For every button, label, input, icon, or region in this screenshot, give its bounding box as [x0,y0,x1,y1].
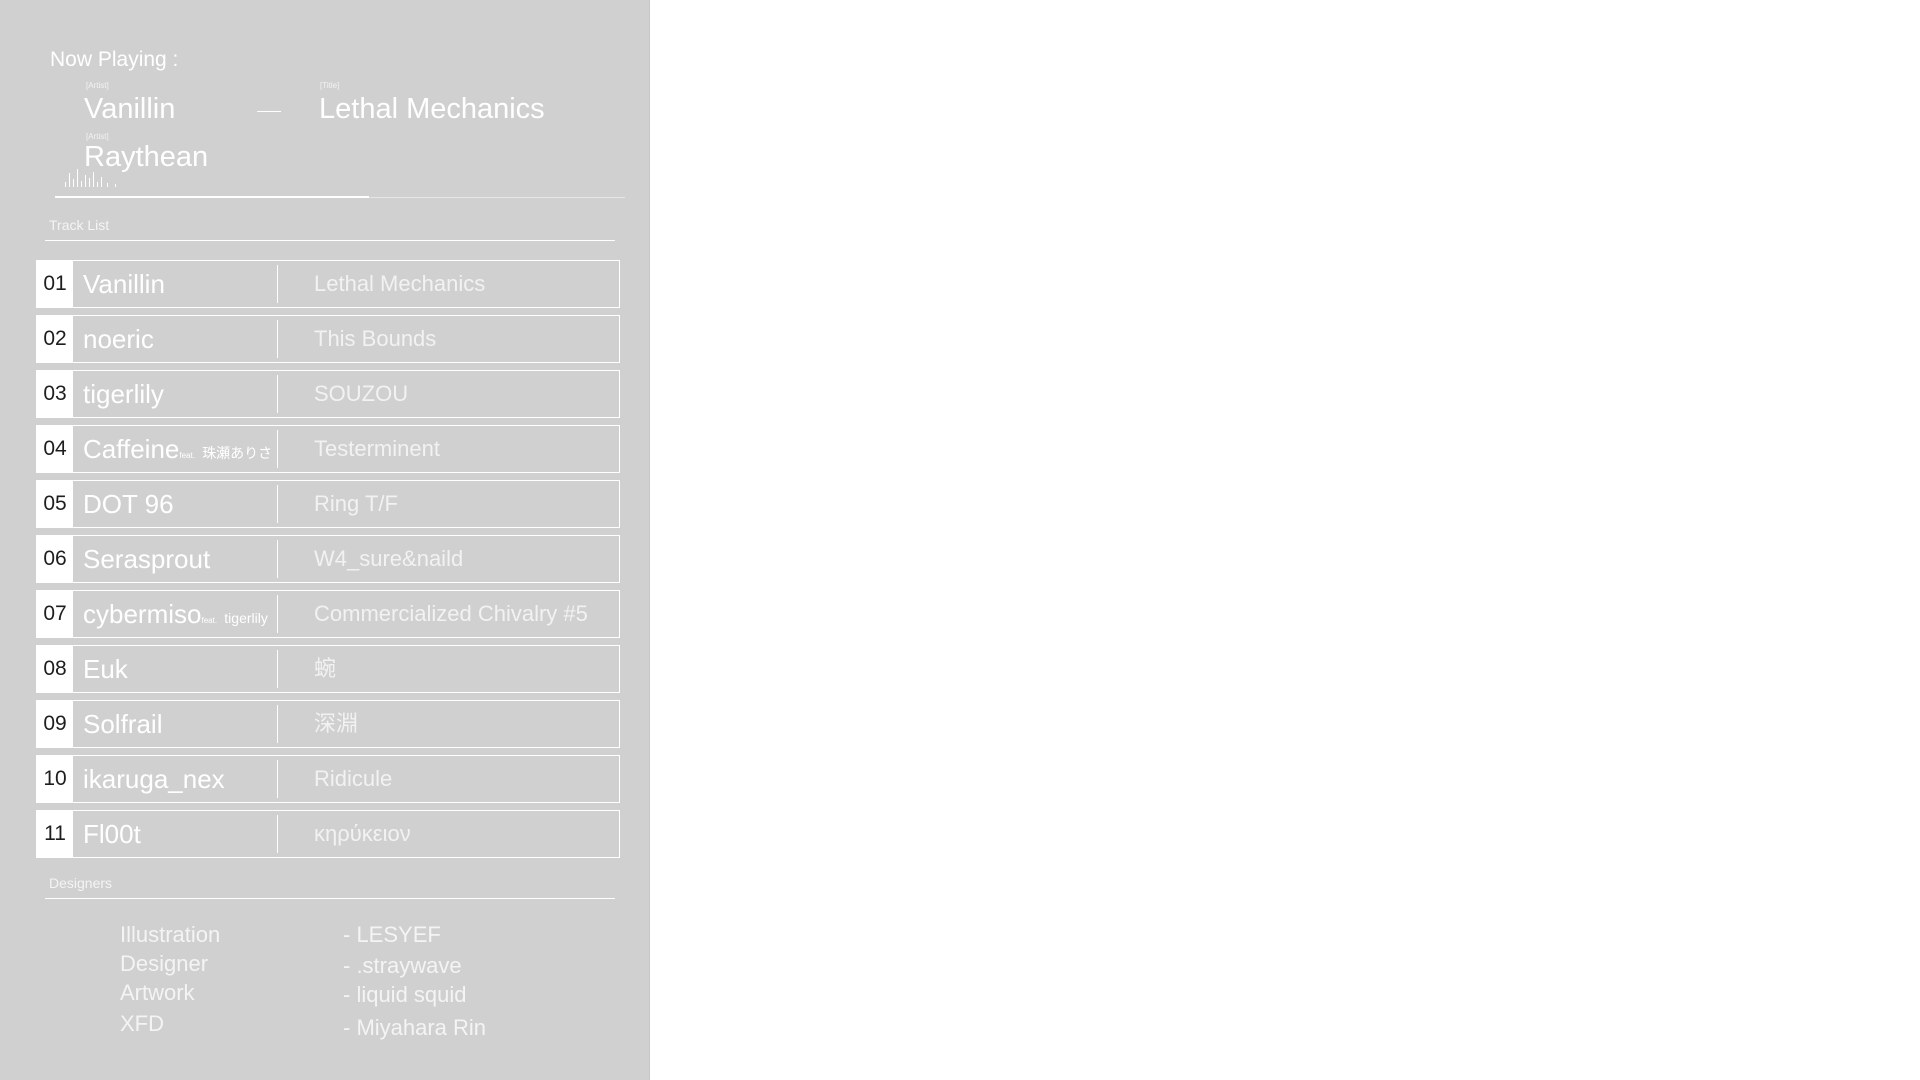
track-artist: Caffeine [83,434,180,464]
track-artist: Solfrail [83,709,163,739]
credit-role: Designer [120,951,209,976]
left-panel: Now Playing : [Artist] Vanillin [Title] … [0,0,650,1080]
track-artist: ikaruga_nex [83,764,225,794]
track-row-03[interactable]: 03 tigerlily SOUZOU [36,370,620,418]
featured-artist: tigerlily [224,610,268,626]
track-artist: tigerlily [83,379,164,409]
track-artist: noeric [83,324,154,354]
track-row-10[interactable]: 10 ikaruga_nex Ridicule [36,755,620,803]
credit-name: - liquid squid [343,982,467,1007]
track-separator [277,595,278,633]
title-caption: [Title] [320,81,340,90]
track-artist: DOT 96 [83,489,174,519]
track-number: 02 [37,316,73,362]
feat-prefix: feat. [201,616,218,625]
main-canvas [650,0,1920,1080]
track-number: 04 [37,426,73,472]
now-playing-artist: Vanillin [84,93,176,125]
track-separator [277,815,278,853]
credit-name: - .straywave [343,953,462,978]
artist-title-separator [257,111,281,112]
track-artist: Serasprout [83,544,211,574]
track-title: 深淵 [314,711,359,736]
track-row-04[interactable]: 04 Caffeinefeat. 珠瀬ありさ Testerminent [36,425,620,473]
featured-artist: 珠瀬ありさ [202,445,273,461]
track-number: 08 [37,646,73,692]
track-artist: cybermiso [83,599,202,629]
track-title: W4_sure&naild [314,546,464,571]
track-separator [277,760,278,798]
now-playing-label: Now Playing : [50,48,179,71]
track-number: 07 [37,591,73,637]
track-row-05[interactable]: 05 DOT 96 Ring T/F [36,480,620,528]
now-playing-title: Lethal Mechanics [319,93,545,125]
track-separator [277,540,278,578]
track-title: Commercialized Chivalry #5 [314,601,588,626]
track-number: 01 [37,261,73,307]
track-artist: Fl00t [83,819,141,849]
track-row-08[interactable]: 08 Euk 蜿 [36,645,620,693]
track-separator [277,320,278,358]
track-number: 03 [37,371,73,417]
track-separator [277,485,278,523]
track-artist: Euk [83,654,128,684]
track-row-11[interactable]: 11 Fl00t κηρύκειον [36,810,620,858]
track-separator [277,265,278,303]
track-title: κηρύκειον [314,821,411,846]
now-playing-artist-2: Raythean [84,141,209,173]
track-number: 09 [37,701,73,747]
track-title: SOUZOU [314,381,409,406]
track-row-06[interactable]: 06 Serasprout W4_sure&naild [36,535,620,583]
artist2-caption: [Artist] [86,132,109,141]
credit-role: Illustration [120,922,221,947]
credit-name: - Miyahara Rin [343,1015,487,1040]
track-title: Ring T/F [314,491,398,516]
track-artist-group: Caffeinefeat. 珠瀬ありさ [83,426,272,472]
track-artist: Vanillin [83,269,165,299]
track-title: Lethal Mechanics [314,271,486,296]
credit-name: - LESYEF [343,922,441,947]
artist-caption: [Artist] [86,81,109,90]
track-number: 10 [37,756,73,802]
track-row-01[interactable]: 01 Vanillin Lethal Mechanics [36,260,620,308]
designers-divider [45,898,615,899]
track-separator [277,375,278,413]
track-row-09[interactable]: 09 Solfrail 深淵 [36,700,620,748]
track-row-02[interactable]: 02 noeric This Bounds [36,315,620,363]
feat-prefix: feat. [179,451,195,460]
tracklist-label: Track List [49,217,110,233]
track-artist-group: cybermisofeat. tigerlily [83,591,268,637]
track-number: 06 [37,536,73,582]
track-title: This Bounds [314,326,437,351]
track-separator [277,650,278,688]
designers-label: Designers [49,875,113,891]
track-title: Ridicule [314,766,393,791]
credit-role: Artwork [120,980,195,1005]
track-number: 05 [37,481,73,527]
progress-bar-fill[interactable] [55,196,369,198]
tracklist-divider [45,240,615,241]
track-title: 蜿 [314,656,337,681]
credit-role: XFD [120,1011,164,1036]
track-row-07[interactable]: 07 cybermisofeat. tigerlily Commercializ… [36,590,620,638]
track-separator [277,430,278,468]
track-separator [277,705,278,743]
track-number: 11 [37,811,73,857]
track-title: Testerminent [314,436,440,461]
